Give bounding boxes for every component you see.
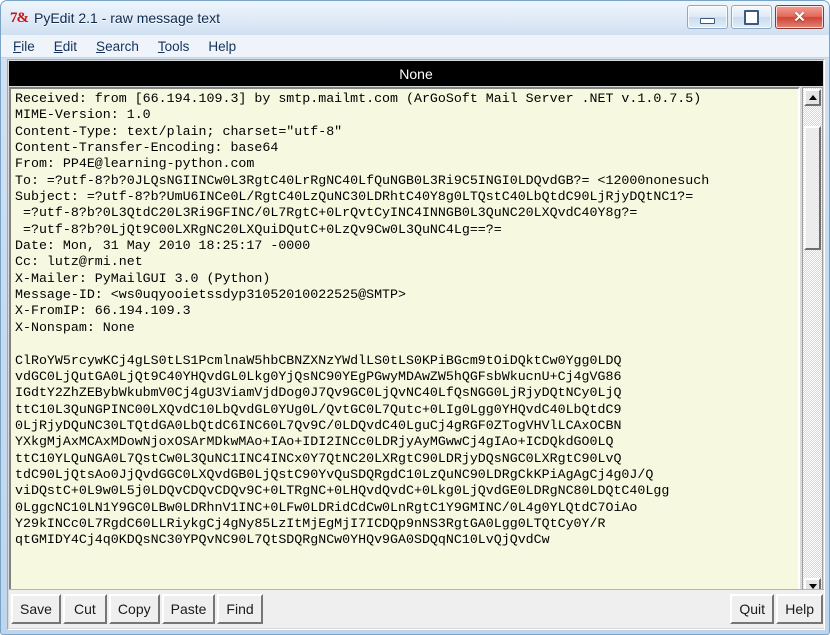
- bottom-toolbar: Save Cut Copy Paste Find Quit Help: [9, 589, 824, 628]
- help-button[interactable]: Help: [776, 594, 823, 624]
- vertical-scroll-thumb[interactable]: [804, 126, 821, 250]
- close-icon: ✕: [793, 8, 806, 26]
- paste-button[interactable]: Paste: [161, 594, 216, 624]
- python-logo-icon: 7&: [10, 9, 29, 26]
- message-status-bar: None: [9, 61, 823, 86]
- close-button[interactable]: ✕: [775, 5, 824, 29]
- scroll-up-button[interactable]: [804, 89, 821, 106]
- vertical-scrollbar[interactable]: [802, 87, 823, 597]
- menubar: File Edit Search Tools Help: [1, 35, 829, 58]
- maximize-button[interactable]: [731, 5, 772, 29]
- client-area: None Received: from [66.194.109.3] by sm…: [7, 59, 825, 630]
- text-widget-wrapper: Received: from [66.194.109.3] by smtp.ma…: [9, 87, 823, 597]
- menu-item-help[interactable]: Help: [206, 38, 246, 55]
- quit-button[interactable]: Quit: [730, 594, 775, 624]
- titlebar[interactable]: 7& PyEdit 2.1 - raw message text ✕: [1, 1, 829, 35]
- pyedit-window: 7& PyEdit 2.1 - raw message text ✕ File …: [0, 0, 830, 635]
- maximize-icon: [744, 9, 759, 25]
- raw-message-text: Received: from [66.194.109.3] by smtp.ma…: [15, 91, 710, 548]
- minimize-button[interactable]: [687, 5, 728, 29]
- window-title: PyEdit 2.1 - raw message text: [34, 10, 220, 26]
- menu-item-tools[interactable]: Tools: [156, 38, 200, 55]
- copy-button[interactable]: Copy: [108, 594, 160, 624]
- scroll-up-arrow-icon: [808, 95, 817, 100]
- cut-button[interactable]: Cut: [62, 594, 107, 624]
- save-button[interactable]: Save: [11, 594, 61, 624]
- menu-item-edit[interactable]: Edit: [52, 38, 87, 55]
- minimize-icon: [700, 17, 715, 24]
- menu-item-search[interactable]: Search: [94, 38, 149, 55]
- raw-message-textarea[interactable]: Received: from [66.194.109.3] by smtp.ma…: [9, 87, 800, 597]
- window-controls: ✕: [687, 5, 824, 29]
- menu-item-file[interactable]: File: [11, 38, 45, 55]
- find-button[interactable]: Find: [217, 594, 263, 624]
